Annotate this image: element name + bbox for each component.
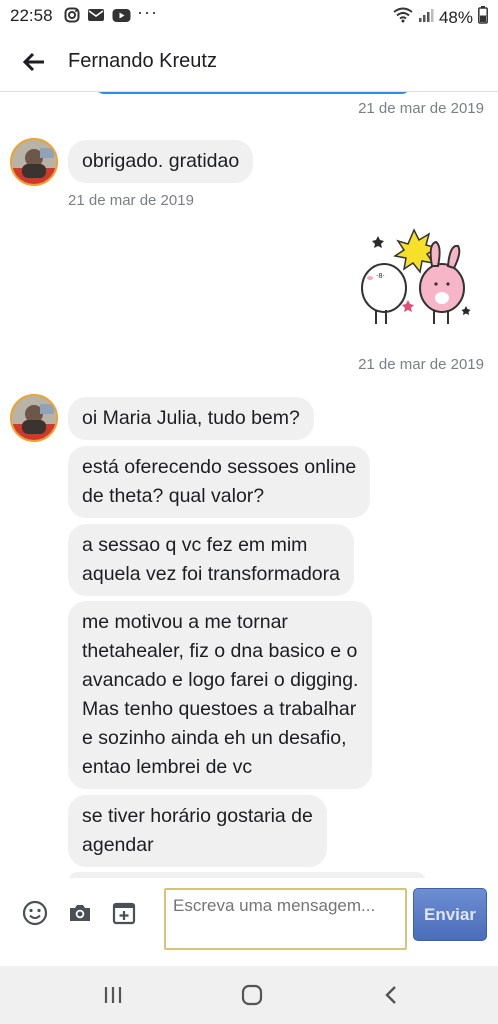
message-input-box xyxy=(164,888,407,950)
message-line: agendar xyxy=(82,834,154,856)
timestamp: 21 de mar de 2019 xyxy=(68,192,194,209)
previous-message-edge xyxy=(96,92,410,94)
message-line: avancado e logo farei o digging. xyxy=(82,669,359,691)
message-bubble[interactable]: se tiver horário gostaria de agendar xyxy=(68,795,327,867)
more-notifications: ··· xyxy=(137,2,158,22)
add-sticker-icon[interactable] xyxy=(111,900,137,926)
message-line: e sozinho ainda eh un desafio, xyxy=(82,727,347,749)
contact-name: Fernando Kreutz xyxy=(68,50,217,72)
timestamp: 21 de mar de 2019 xyxy=(358,356,484,373)
message-bubble[interactable]: oi Maria Julia, tudo bem? xyxy=(68,397,314,440)
status-time: 22:58 xyxy=(10,6,53,25)
conversation-header: Fernando Kreutz xyxy=(0,32,498,92)
system-nav-bar xyxy=(0,966,498,1024)
avatar[interactable] xyxy=(10,394,58,442)
recent-apps-icon[interactable] xyxy=(101,984,125,1006)
wifi-icon xyxy=(393,7,413,28)
message-line: de theta? qual valor? xyxy=(82,485,265,507)
notification-icons xyxy=(64,7,131,23)
message-input[interactable] xyxy=(166,890,405,948)
avatar[interactable] xyxy=(10,138,58,186)
message-composer: Enviar xyxy=(0,878,498,966)
message-text: oi Maria Julia, tudo bem? xyxy=(82,407,300,429)
battery-level: 48% xyxy=(438,7,473,27)
camera-icon[interactable] xyxy=(67,900,93,926)
message-line: thetahealer, fiz o dna basico e o xyxy=(82,640,358,662)
message-line: me motivou a me tornar xyxy=(82,611,288,633)
message-bubble[interactable]: me motivou a me tornar thetahealer, fiz … xyxy=(68,601,373,789)
message-line: Mas tenho questoes a trabalhar xyxy=(82,698,357,720)
signal-icon xyxy=(418,8,434,28)
message-text: obrigado. gratidao xyxy=(82,150,240,172)
svg-text:·8·: ·8· xyxy=(376,272,385,280)
message-bubble[interactable]: obrigado. gratidao xyxy=(68,140,254,183)
sticker-message[interactable]: ·8· xyxy=(356,226,482,330)
back-icon[interactable] xyxy=(380,984,404,1006)
mail-icon xyxy=(87,7,105,23)
message-line: a sessao q vc fez em mim xyxy=(82,534,308,556)
instagram-icon xyxy=(64,7,80,23)
message-bubble[interactable]: está oferecendo sessoes online de theta?… xyxy=(68,446,371,518)
emoji-icon[interactable] xyxy=(22,900,48,926)
battery-icon xyxy=(478,6,488,29)
message-line: aquela vez foi transformadora xyxy=(82,563,340,585)
arrow-left-icon[interactable] xyxy=(20,49,48,75)
send-button[interactable]: Enviar xyxy=(413,888,487,941)
status-bar: 22:58 ··· 48% xyxy=(0,0,498,32)
youtube-icon xyxy=(112,8,131,23)
message-bubble[interactable]: a sessao q vc fez em mim aquela vez foi … xyxy=(68,524,354,596)
system-status: 48% xyxy=(393,6,488,29)
message-line: se tiver horário gostaria de xyxy=(82,805,313,827)
home-icon[interactable] xyxy=(240,984,264,1006)
message-thread[interactable]: 21 de mar de 2019 obrigado. gratidao 21 … xyxy=(0,92,498,878)
message-line: está oferecendo sessoes online xyxy=(82,456,357,478)
timestamp: 21 de mar de 2019 xyxy=(358,100,484,117)
message-line: entao lembrei de vc xyxy=(82,756,253,778)
